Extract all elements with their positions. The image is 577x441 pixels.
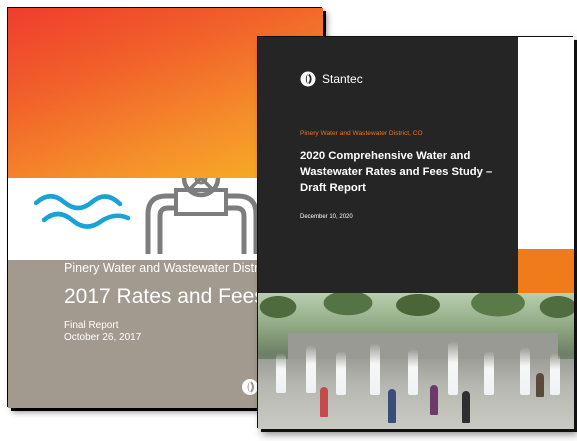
photo-child (388, 389, 396, 423)
fountain-jet (408, 349, 418, 395)
fountain-jet (484, 351, 494, 395)
fountain-jet (306, 345, 316, 393)
orange-accent-block (518, 249, 574, 293)
report-type: Final Report (64, 320, 119, 331)
photo-trees (258, 293, 574, 333)
photo-child (536, 373, 544, 397)
report-date: October 26, 2017 (64, 332, 142, 343)
fountain-jet (276, 353, 286, 393)
fountain-jet (370, 343, 380, 395)
brand-name: Stantec (322, 72, 363, 86)
photo-wall (288, 333, 558, 359)
photo-child (430, 385, 438, 415)
fountain-jet (520, 347, 530, 395)
cover-2020-report: Stantec Pinery Water and Wastewater Dist… (258, 37, 574, 429)
stantec-logo-icon (242, 379, 258, 395)
fountain-jet (448, 341, 458, 395)
photo-child (320, 387, 328, 417)
document-covers-canvas: Pinery Water and Wastewater District 201… (0, 0, 577, 441)
photo-child (462, 391, 470, 423)
report-title: 2020 Comprehensive Water and Wastewater … (300, 150, 493, 194)
district-name: Pinery Water and Wastewater District (64, 261, 271, 275)
fountain-jet (550, 353, 560, 395)
report-date: December 10, 2020 (300, 214, 353, 220)
fountain-jet (336, 351, 346, 395)
fountain-photo (258, 293, 574, 429)
stantec-logo-icon (300, 71, 316, 87)
stantec-brand: Stantec (300, 71, 363, 87)
district-name: Pinery Water and Wastewater District, CO (300, 130, 423, 137)
